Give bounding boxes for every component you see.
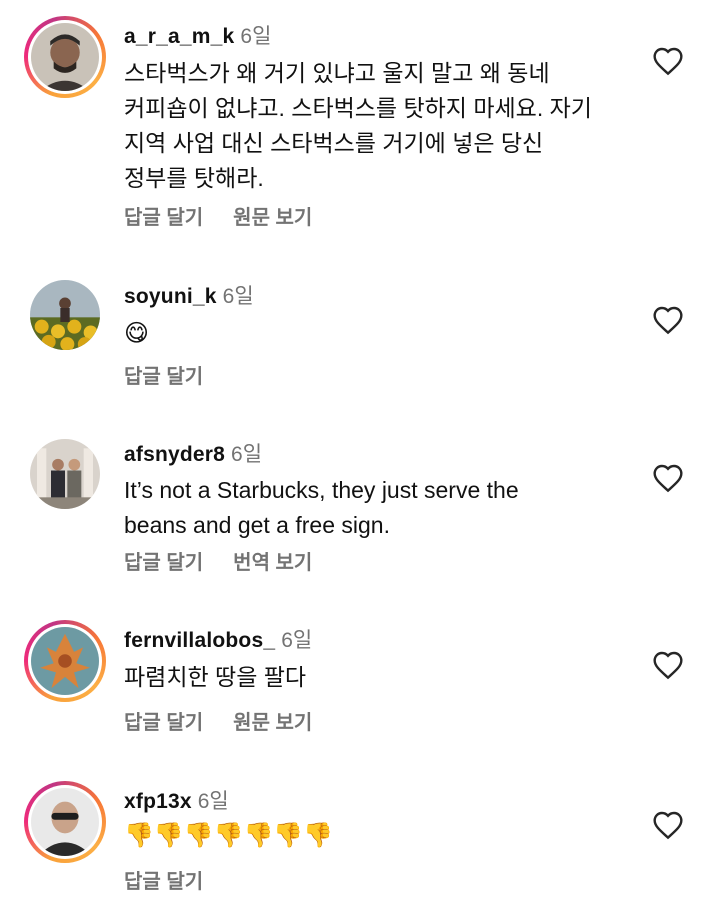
- heart-outline-icon[interactable]: [652, 463, 684, 493]
- reply-button[interactable]: 답글 달기: [124, 712, 203, 734]
- avatar-story-ring[interactable]: [24, 16, 106, 98]
- comment-text: 스타벅스가 왜 거기 있냐고 울지 말고 왜 동네 커피숍이 없냐고. 스타벅스…: [124, 60, 592, 191]
- comment-text: 파렴치한 땅을 팔다: [124, 664, 307, 690]
- reply-button[interactable]: 답글 달기: [124, 552, 203, 574]
- username[interactable]: soyuni_k: [124, 285, 217, 308]
- username[interactable]: xfp13x: [124, 790, 192, 813]
- avatar-container[interactable]: [24, 274, 106, 356]
- see-original-button[interactable]: 원문 보기: [233, 712, 312, 734]
- reply-button[interactable]: 답글 달기: [124, 871, 203, 893]
- timestamp: 6일: [281, 629, 313, 652]
- comment-text: 👎👎👎👎👎👎👎: [124, 821, 334, 849]
- avatar: [31, 627, 99, 695]
- timestamp: 6일: [197, 790, 229, 813]
- comment-text: It’s not a Starbucks, they just serve th…: [124, 477, 519, 538]
- see-translation-button[interactable]: 번역 보기: [233, 552, 312, 574]
- timestamp: 6일: [240, 25, 272, 48]
- comment-text: 😋: [124, 319, 150, 347]
- avatar-story-ring[interactable]: [24, 781, 106, 863]
- heart-outline-icon[interactable]: [652, 46, 684, 76]
- reply-button[interactable]: 답글 달기: [124, 366, 203, 388]
- timestamp: 6일: [231, 443, 263, 466]
- heart-outline-icon[interactable]: [652, 650, 684, 680]
- timestamp: 6일: [222, 285, 254, 308]
- see-original-button[interactable]: 원문 보기: [233, 207, 312, 229]
- username[interactable]: a_r_a_m_k: [124, 25, 234, 48]
- avatar: [31, 23, 99, 91]
- avatar-container[interactable]: [24, 433, 106, 515]
- avatar: [31, 788, 99, 856]
- reply-button[interactable]: 답글 달기: [124, 207, 203, 229]
- heart-outline-icon[interactable]: [652, 305, 684, 335]
- avatar-story-ring[interactable]: [24, 620, 106, 702]
- username[interactable]: fernvillalobos_: [124, 629, 275, 652]
- heart-outline-icon[interactable]: [652, 810, 684, 840]
- avatar: [30, 280, 100, 350]
- username[interactable]: afsnyder8: [124, 443, 225, 466]
- avatar: [30, 439, 100, 509]
